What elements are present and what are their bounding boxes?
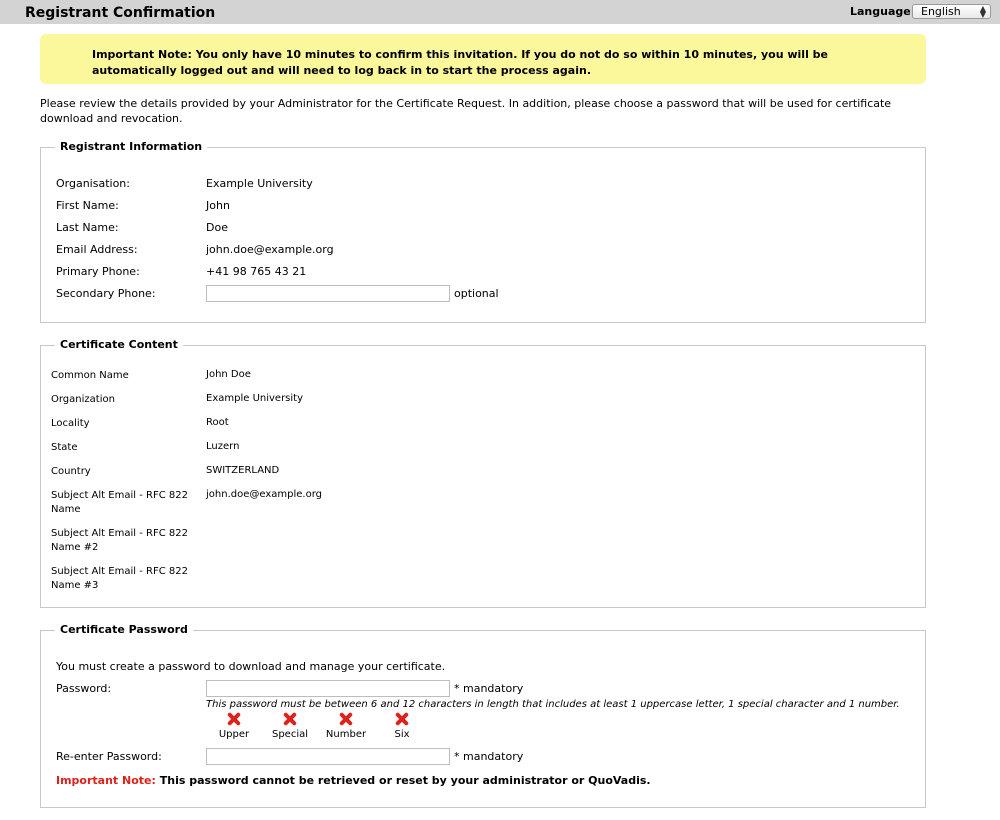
certificate-label: Organization (51, 394, 115, 405)
requirement-label: Number (325, 729, 367, 740)
password-mandatory-note: * mandatory (454, 682, 524, 695)
requirement-number: Number (321, 712, 371, 740)
certificate-label: Subject Alt Email - RFC 822 Name #3 (51, 566, 188, 591)
reenter-password-input[interactable] (206, 748, 450, 765)
reenter-mandatory-note: * mandatory (454, 750, 524, 763)
registrant-value: John (206, 199, 230, 212)
certificate-value: Root (206, 417, 229, 428)
certificate-row: Subject Alt Email - RFC 822 Name john.do… (41, 489, 921, 519)
certificate-label: State (51, 442, 78, 453)
certificate-label: Common Name (51, 370, 129, 381)
certificate-row: Subject Alt Email - RFC 822 Name #3 (41, 565, 921, 595)
password-final-note: Important Note: This password cannot be … (56, 774, 651, 787)
certificate-value: john.doe@example.org (206, 489, 322, 500)
registrant-information-legend: Registrant Information (55, 140, 208, 153)
optional-note: optional (454, 287, 499, 300)
registrant-value: john.doe@example.org (206, 243, 334, 256)
language-select-value: English (921, 5, 961, 18)
registrant-label: Primary Phone: (56, 265, 140, 278)
registrant-label: Email Address: (56, 243, 138, 256)
red-x-icon (395, 712, 409, 726)
final-note-text: This password cannot be retrieved or res… (155, 774, 651, 787)
red-x-icon (227, 712, 241, 726)
registrant-label: Last Name: (56, 221, 119, 234)
registrant-value: Doe (206, 221, 228, 234)
secondary-phone-label: Secondary Phone: (56, 287, 156, 300)
intro-text: Please review the details provided by yo… (40, 97, 892, 125)
certificate-password-section: Certificate Password You must create a p… (40, 623, 926, 808)
secondary-phone-input[interactable] (206, 285, 450, 302)
password-hint: This password must be between 6 and 12 c… (206, 699, 900, 710)
reenter-password-label: Re-enter Password: (56, 750, 162, 763)
secondary-phone-row: Secondary Phone: optional (41, 285, 921, 307)
requirement-special: Special (265, 712, 315, 740)
certificate-row: Subject Alt Email - RFC 822 Name #2 (41, 527, 921, 557)
registrant-label: First Name: (56, 199, 119, 212)
requirement-six: Six (377, 712, 427, 740)
password-label: Password: (56, 682, 112, 695)
certificate-label: Subject Alt Email - RFC 822 Name #2 (51, 528, 188, 553)
password-input[interactable] (206, 680, 450, 697)
requirement-label: Six (394, 729, 410, 740)
registrant-value: +41 98 765 43 21 (206, 265, 307, 278)
requirement-upper: Upper (209, 712, 259, 740)
registrant-information-section: Registrant Information Organisation: Exa… (40, 140, 926, 323)
time-limit-notice: Important Note: You only have 10 minutes… (40, 34, 926, 84)
final-note-highlight: Important Note: (56, 774, 156, 787)
certificate-content-legend: Certificate Content (55, 338, 183, 351)
certificate-label: Country (51, 466, 91, 477)
language-label: Language: (850, 5, 916, 18)
registrant-value: Example University (206, 177, 313, 190)
certificate-password-legend: Certificate Password (55, 623, 193, 636)
certificate-value: Luzern (206, 441, 240, 452)
requirement-label: Upper (218, 729, 250, 740)
certificate-label: Locality (51, 418, 90, 429)
certificate-value: John Doe (206, 369, 251, 380)
select-arrows-icon: ▲ ▼ (979, 4, 986, 19)
red-x-icon (339, 712, 353, 726)
certificate-value: Example University (206, 393, 304, 404)
certificate-value: SWITZERLAND (206, 465, 280, 476)
language-select[interactable]: English ▲ ▼ (912, 4, 991, 19)
certificate-content-section: Certificate Content Common Name John Doe… (40, 338, 926, 608)
password-instruction: You must create a password to download a… (56, 660, 446, 673)
certificate-label: Subject Alt Email - RFC 822 Name (51, 490, 188, 515)
reenter-password-row: Re-enter Password: * mandatory (41, 748, 921, 770)
page-title: Registrant Confirmation (25, 5, 216, 21)
requirement-label: Special (271, 729, 309, 740)
red-x-icon (283, 712, 297, 726)
registrant-label: Organisation: (56, 177, 130, 190)
